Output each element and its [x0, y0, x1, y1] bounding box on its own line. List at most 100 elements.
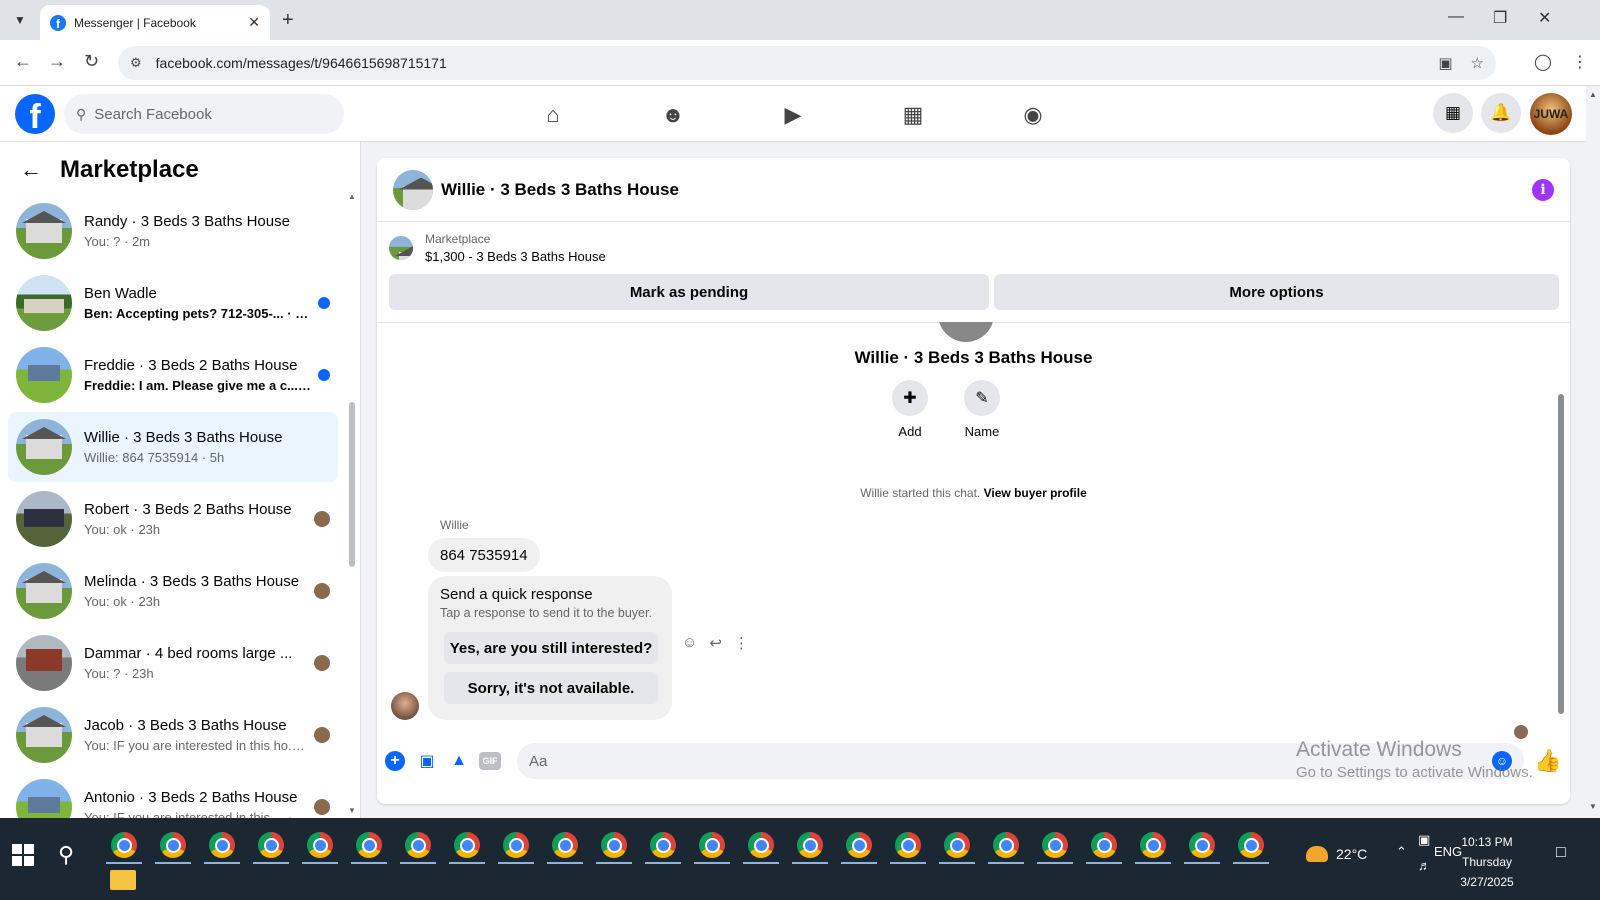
- windows-start-icon[interactable]: [12, 844, 36, 868]
- sidebar-scrollbar[interactable]: [348, 202, 356, 812]
- sender-avatar[interactable]: [391, 692, 419, 720]
- chrome-window-icon[interactable]: [641, 826, 685, 864]
- conversation-item[interactable]: Freddie · 3 Beds 2 Baths House Freddie: I…: [8, 340, 338, 410]
- chrome-window-icon[interactable]: [690, 826, 734, 864]
- sticker-icon[interactable]: ▲: [447, 749, 471, 773]
- mark-as-pending-button[interactable]: Mark as pending: [389, 274, 989, 310]
- window-close-icon[interactable]: ✕: [1538, 8, 1551, 28]
- url-field[interactable]: ⚙ facebook.com/messages/t/96466156987151…: [118, 46, 1496, 80]
- chat-scrollbar[interactable]: [1556, 324, 1566, 722]
- conversation-thumbnail: [16, 635, 72, 691]
- conversation-item[interactable]: Willie · 3 Beds 3 Baths House Willie: 864…: [8, 412, 338, 482]
- conversation-item[interactable]: Randy · 3 Beds 3 Baths House You: ? · 2m: [8, 196, 338, 266]
- browser-menu-icon[interactable]: ⋮: [1572, 52, 1588, 72]
- file-explorer-icon[interactable]: [110, 870, 136, 890]
- taskbar-clock[interactable]: 10:13 PM Thursday 3/27/2025: [1452, 832, 1522, 892]
- facebook-logo-icon[interactable]: f: [15, 94, 55, 134]
- chrome-window-icon[interactable]: [396, 826, 440, 864]
- conversation-item[interactable]: Antonio · 3 Beds 2 Baths House You: IF yo…: [8, 772, 338, 818]
- tab-close-icon[interactable]: ✕: [248, 14, 260, 31]
- chrome-window-icon[interactable]: [739, 826, 783, 864]
- add-people-action[interactable]: ✚ Add: [880, 380, 940, 439]
- plus-actions-icon[interactable]: +: [385, 751, 405, 771]
- profile-icon[interactable]: ◯: [1534, 52, 1552, 72]
- show-hidden-icons-icon[interactable]: ⌃: [1396, 844, 1407, 860]
- more-options-button[interactable]: More options: [994, 274, 1559, 310]
- chrome-window-icon[interactable]: [1229, 826, 1273, 864]
- chat-listing-thumbnail[interactable]: [393, 169, 433, 210]
- message-bubble[interactable]: 864 7535914: [428, 538, 540, 572]
- tab-search-icon[interactable]: ▼: [8, 8, 32, 32]
- chrome-window-icon[interactable]: [1131, 826, 1175, 864]
- chrome-window-icon[interactable]: [1180, 826, 1224, 864]
- new-tab-icon[interactable]: +: [282, 9, 294, 32]
- menu-grid-icon[interactable]: ▦: [1433, 93, 1473, 133]
- account-avatar[interactable]: JUWA: [1530, 93, 1572, 135]
- chrome-window-icon[interactable]: [102, 826, 146, 864]
- chrome-window-icon[interactable]: [984, 826, 1028, 864]
- more-actions-icon[interactable]: ⋮: [734, 634, 749, 652]
- bookmark-star-icon[interactable]: ☆: [1471, 54, 1484, 72]
- chrome-window-icon[interactable]: [1082, 826, 1126, 864]
- chrome-window-icon[interactable]: [494, 826, 538, 864]
- sidebar-scroll-down-icon[interactable]: ▼: [348, 806, 356, 815]
- conversation-item[interactable]: Dammar · 4 bed rooms large ... You: ? · 2…: [8, 628, 338, 698]
- back-icon[interactable]: ←: [14, 51, 32, 72]
- thumbs-up-like-icon[interactable]: 👍: [1534, 748, 1562, 774]
- chrome-window-icon[interactable]: [298, 826, 342, 864]
- site-settings-icon[interactable]: ⚙: [130, 55, 142, 71]
- conversation-item[interactable]: Ben Wadle Ben: Accepting pets? 712-305-..…: [8, 268, 338, 338]
- conversation-item[interactable]: Robert · 3 Beds 2 Baths House You: ok · 2…: [8, 484, 338, 554]
- quick-response-interested-button[interactable]: Yes, are you still interested?: [444, 632, 658, 664]
- notification-center-icon[interactable]: □: [1556, 844, 1566, 862]
- name-chat-action[interactable]: ✎ Name: [952, 380, 1012, 439]
- notifications-bell-icon[interactable]: 🔔: [1481, 93, 1521, 133]
- chrome-window-icon[interactable]: [592, 826, 636, 864]
- chrome-window-icon[interactable]: [543, 826, 587, 864]
- reply-icon[interactable]: ↩: [709, 634, 722, 652]
- home-icon[interactable]: ⌂: [538, 100, 568, 130]
- chrome-window-icon[interactable]: [445, 826, 489, 864]
- marketplace-icon[interactable]: ▦: [898, 100, 928, 130]
- video-icon[interactable]: ▶: [778, 100, 808, 130]
- conversation-info: Randy · 3 Beds 3 Baths House You: ? · 2m: [84, 213, 330, 249]
- reload-icon[interactable]: ↻: [84, 51, 99, 72]
- sidebar-scroll-up-icon[interactable]: ▲: [348, 192, 356, 201]
- chat-started-note: Willie started this chat. View buyer pro…: [377, 486, 1570, 500]
- chrome-window-icon[interactable]: [1033, 826, 1077, 864]
- chat-title[interactable]: Willie · 3 Beds 3 Baths House: [441, 180, 1532, 200]
- back-arrow-icon[interactable]: ←: [20, 157, 42, 183]
- restore-icon[interactable]: ❐: [1493, 8, 1507, 28]
- browser-tab[interactable]: f Messenger | Facebook ✕: [40, 5, 270, 40]
- page-scrollbar[interactable]: ▲ ▼: [1586, 86, 1600, 818]
- taskbar-search-icon[interactable]: ⚲: [58, 842, 74, 868]
- chrome-window-icon[interactable]: [935, 826, 979, 864]
- chrome-window-icon[interactable]: [886, 826, 930, 864]
- chrome-window-icon[interactable]: [249, 826, 293, 864]
- listing-summary[interactable]: Marketplace $1,300 - 3 Beds 3 Baths Hous…: [389, 232, 606, 264]
- facebook-search-input[interactable]: ⚲ Search Facebook: [64, 94, 344, 134]
- info-icon[interactable]: i: [1532, 178, 1554, 201]
- conversation-item[interactable]: Melinda · 3 Beds 3 Baths House You: ok · …: [8, 556, 338, 626]
- chrome-window-icon[interactable]: [151, 826, 195, 864]
- react-emoji-icon[interactable]: ☺: [682, 634, 697, 652]
- install-app-icon[interactable]: ▣: [1438, 54, 1452, 72]
- forward-icon[interactable]: →: [48, 51, 66, 72]
- chrome-window-icon[interactable]: [837, 826, 881, 864]
- chrome-window-icon[interactable]: [788, 826, 832, 864]
- conversation-info: Robert · 3 Beds 2 Baths House You: ok · 2…: [84, 501, 308, 537]
- weather-widget[interactable]: 22°C: [1306, 846, 1367, 862]
- friends-icon[interactable]: ☻: [658, 100, 688, 130]
- chrome-window-icon[interactable]: [347, 826, 391, 864]
- quick-response-unavailable-button[interactable]: Sorry, it's not available.: [444, 672, 658, 704]
- volume-icon[interactable]: ♬: [1418, 858, 1431, 873]
- network-icon[interactable]: ▣: [1418, 832, 1430, 848]
- gif-icon[interactable]: GIF: [479, 752, 501, 770]
- groups-icon[interactable]: ◉: [1018, 100, 1048, 130]
- chrome-window-icon[interactable]: [200, 826, 244, 864]
- photo-attach-icon[interactable]: ▣: [415, 749, 439, 773]
- clock-date: 3/27/2025: [1460, 875, 1514, 889]
- minimize-icon[interactable]: —: [1448, 8, 1464, 26]
- conversation-item[interactable]: Jacob · 3 Beds 3 Baths House You: IF you …: [8, 700, 338, 770]
- view-buyer-profile-link[interactable]: View buyer profile: [984, 486, 1087, 500]
